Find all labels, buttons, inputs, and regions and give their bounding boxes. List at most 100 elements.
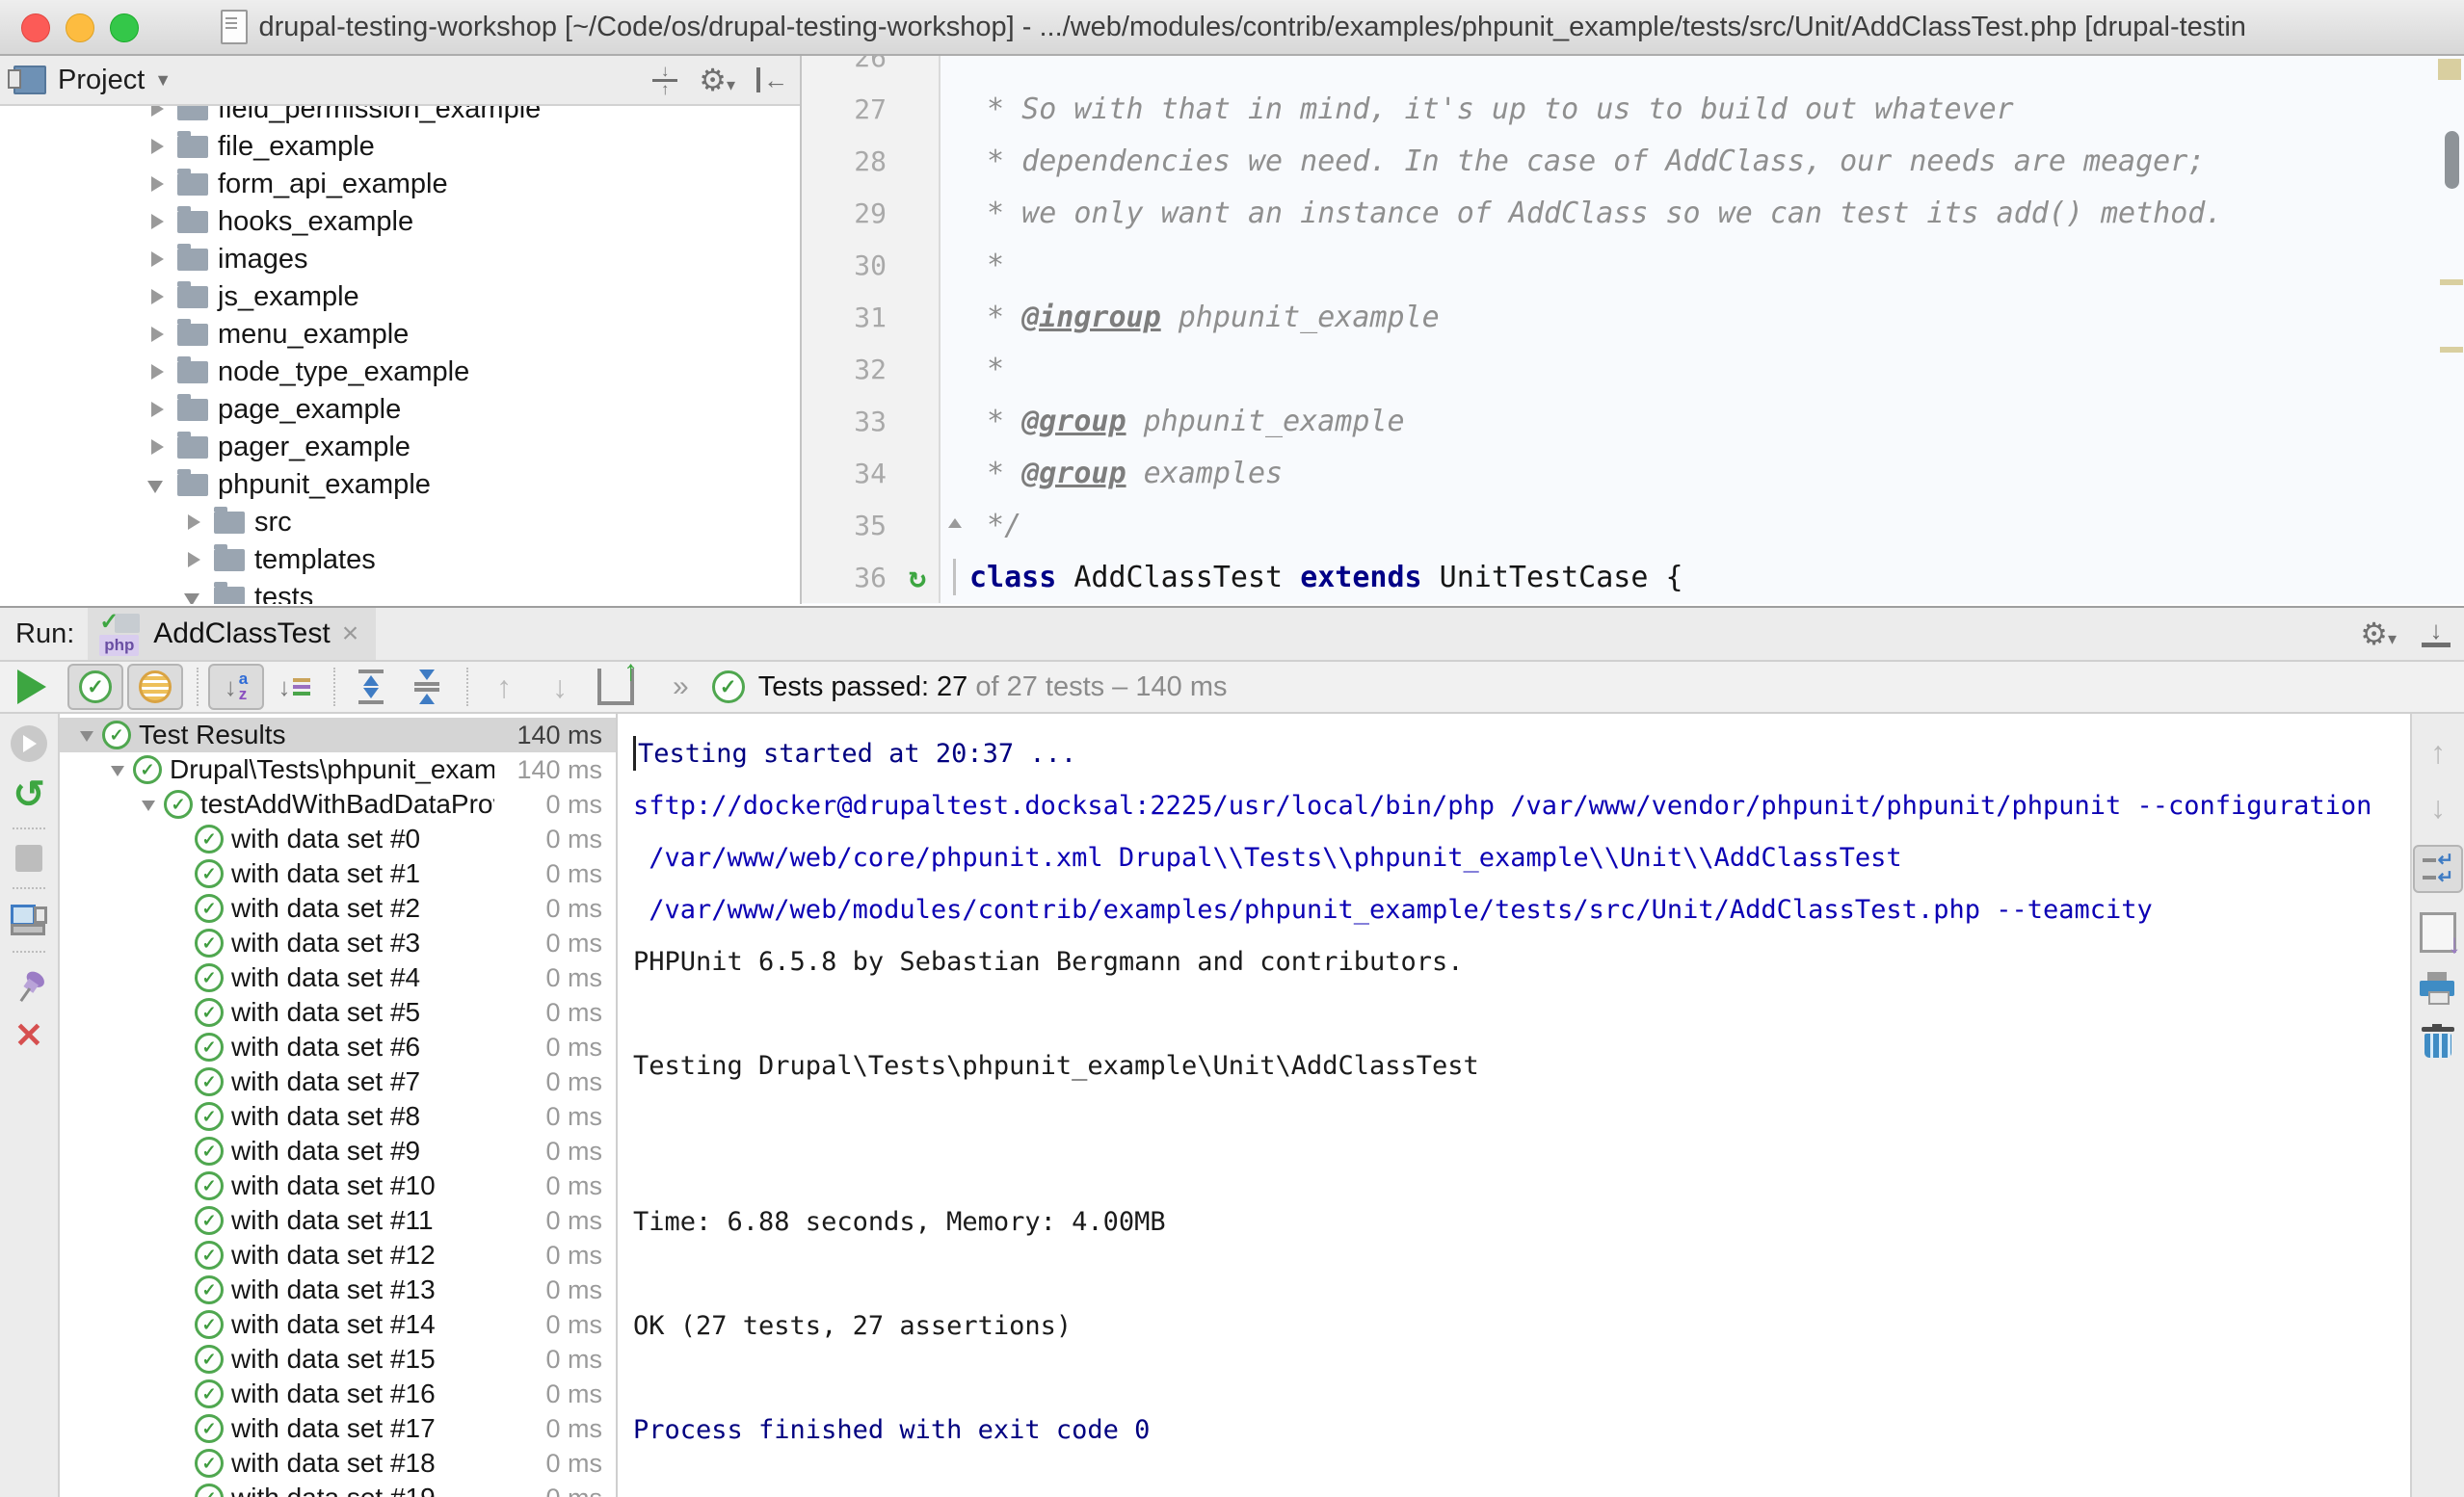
scroll-down-icon[interactable]: ↓ [2430, 790, 2446, 826]
next-failed-test-button[interactable]: ↓ [534, 666, 586, 708]
collapse-arrow-icon[interactable] [106, 758, 131, 781]
test-tree-item[interactable]: ✓with data set #80 ms [60, 1099, 616, 1134]
gear-icon[interactable]: ⚙▾ [699, 65, 735, 95]
scroll-up-icon[interactable]: ↑ [2430, 735, 2446, 771]
zoom-window-button[interactable] [110, 13, 139, 42]
rerun-tests-play-icon[interactable] [17, 670, 46, 704]
project-tree-item[interactable]: src [0, 504, 800, 541]
expand-arrow-icon[interactable] [145, 106, 170, 122]
editor-line[interactable]: 35 */ [802, 499, 2464, 551]
soft-wrap-button[interactable]: ↵ ↵ [2413, 845, 2463, 893]
test-tree-item[interactable]: ✓with data set #150 ms [60, 1342, 616, 1377]
chevron-down-icon[interactable]: ▼ [154, 70, 172, 91]
test-tree-item[interactable]: ✓with data set #50 ms [60, 995, 616, 1030]
expand-arrow-icon[interactable] [145, 210, 170, 235]
project-tree-item[interactable]: js_example [0, 278, 800, 316]
project-tree-item[interactable]: templates [0, 541, 800, 579]
test-tree-item[interactable]: ✓with data set #140 ms [60, 1307, 616, 1342]
gear-icon[interactable]: ⚙▾ [2360, 618, 2397, 649]
test-tree-item[interactable]: ✓with data set #70 ms [60, 1064, 616, 1099]
project-tree-item[interactable]: node_type_example [0, 354, 800, 391]
test-tree-item[interactable]: ✓with data set #120 ms [60, 1238, 616, 1273]
previous-failed-test-button[interactable]: ↑ [478, 666, 530, 708]
collapse-all-button[interactable] [401, 666, 453, 708]
editor-line[interactable]: 29 * we only want an instance of AddClas… [802, 187, 2464, 239]
rerun-icon[interactable]: ↺ [13, 777, 45, 812]
show-passed-button[interactable]: ✓ [67, 664, 123, 710]
warning-stripe-mark[interactable] [2440, 347, 2463, 353]
editor-line[interactable]: 30 * [802, 239, 2464, 291]
editor-scrollbar-thumb[interactable] [2445, 131, 2459, 189]
expand-arrow-icon[interactable] [145, 248, 170, 273]
collapse-all-icon[interactable]: ↓↑ [652, 66, 677, 95]
stop-icon[interactable] [15, 845, 42, 872]
rerun-failed-tests-icon[interactable] [11, 725, 47, 762]
expand-arrow-icon[interactable] [181, 548, 206, 573]
expand-arrow-icon[interactable] [145, 398, 170, 423]
expand-arrow-icon[interactable] [145, 435, 170, 460]
project-tree-item[interactable]: hooks_example [0, 203, 800, 241]
project-tree-item[interactable]: field_permission_example [0, 106, 800, 128]
hide-panel-icon[interactable]: ↓ [2422, 620, 2451, 647]
expand-arrow-icon[interactable] [145, 285, 170, 310]
expand-arrow-icon[interactable] [181, 511, 206, 536]
editor-line[interactable]: 34 * @group examples [802, 447, 2464, 499]
test-tree-item[interactable]: ✓Test Results140 ms [60, 718, 616, 752]
close-window-button[interactable] [21, 13, 50, 42]
project-tree-item[interactable]: file_example [0, 128, 800, 166]
collapse-arrow-icon[interactable] [145, 473, 170, 498]
project-tree-item[interactable]: page_example [0, 391, 800, 429]
import-test-results-button[interactable]: ↑ [590, 666, 642, 708]
test-tree-item[interactable]: ✓with data set #30 ms [60, 926, 616, 960]
editor-line[interactable]: 27 * So with that in mind, it's up to us… [802, 83, 2464, 135]
fold-marker[interactable] [941, 551, 969, 603]
project-tree-item[interactable]: images [0, 241, 800, 278]
project-title[interactable]: Project [58, 65, 145, 96]
test-tree-item[interactable]: ✓with data set #90 ms [60, 1134, 616, 1169]
test-tree-item[interactable]: ✓with data set #00 ms [60, 822, 616, 856]
editor-line[interactable]: 32 * [802, 343, 2464, 395]
show-ignored-button[interactable] [127, 664, 183, 710]
test-tree-item[interactable]: ✓with data set #180 ms [60, 1446, 616, 1481]
collapse-arrow-icon[interactable] [75, 723, 100, 747]
editor-line[interactable]: 36↻class AddClassTest extends UnitTestCa… [802, 551, 2464, 603]
expand-arrow-icon[interactable] [145, 360, 170, 385]
run-test-gutter-icon[interactable]: ↻ [896, 551, 941, 603]
test-tree-item[interactable]: ✓with data set #20 ms [60, 891, 616, 926]
collapse-arrow-icon[interactable] [137, 793, 162, 816]
project-tree-item[interactable]: pager_example [0, 429, 800, 466]
hide-panel-icon[interactable]: ← [756, 66, 788, 95]
close-tab-icon[interactable]: × [342, 617, 359, 650]
code-editor[interactable]: 2627 * So with that in mind, it's up to … [802, 56, 2464, 604]
restore-layout-icon[interactable] [11, 905, 47, 935]
project-tree-item[interactable]: menu_example [0, 316, 800, 354]
print-icon[interactable] [2420, 972, 2456, 1005]
close-icon[interactable]: ✕ [14, 1018, 43, 1053]
clear-all-icon[interactable] [2422, 1024, 2454, 1059]
project-tree-item[interactable]: phpunit_example [0, 466, 800, 504]
test-tree-item[interactable]: ✓Drupal\Tests\phpunit_example140 ms [60, 752, 616, 787]
test-tree-item[interactable]: ✓with data set #190 ms [60, 1481, 616, 1497]
sort-alphabetically-button[interactable]: ↓az [208, 664, 264, 710]
test-tree-item[interactable]: ✓with data set #170 ms [60, 1411, 616, 1446]
test-tree-item[interactable]: ✓with data set #10 ms [60, 856, 616, 891]
expand-arrow-icon[interactable] [145, 172, 170, 197]
warning-stripe-mark[interactable] [2440, 279, 2463, 285]
test-console-output[interactable]: Testing started at 20:37 ...sftp://docke… [618, 714, 2410, 1497]
test-tree-item[interactable]: ✓with data set #100 ms [60, 1169, 616, 1203]
test-tree-item[interactable]: ✓testAddWithBadDataProvider0 ms [60, 787, 616, 822]
editor-line[interactable]: 26 [802, 56, 2464, 83]
inspection-status-square[interactable] [2438, 59, 2461, 80]
fold-marker[interactable] [941, 499, 969, 551]
expand-arrow-icon[interactable] [145, 323, 170, 348]
minimize-window-button[interactable] [66, 13, 94, 42]
project-tree-item[interactable]: form_api_example [0, 166, 800, 203]
expand-arrow-icon[interactable] [145, 135, 170, 160]
test-tree-item[interactable]: ✓with data set #130 ms [60, 1273, 616, 1307]
collapse-arrow-icon[interactable] [181, 586, 206, 605]
test-tree-item[interactable]: ✓with data set #60 ms [60, 1030, 616, 1064]
editor-line[interactable]: 28 * dependencies we need. In the case o… [802, 135, 2464, 187]
more-actions-icon[interactable]: » [673, 670, 689, 703]
test-tree-item[interactable]: ✓with data set #110 ms [60, 1203, 616, 1238]
project-tree-item[interactable]: tests [0, 579, 800, 604]
